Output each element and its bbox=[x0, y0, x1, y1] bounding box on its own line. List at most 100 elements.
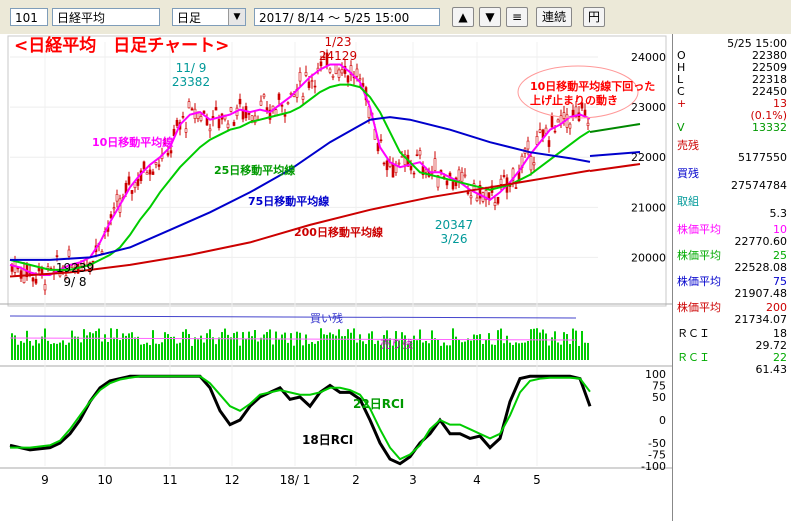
code-field[interactable]: 101 bbox=[10, 8, 48, 26]
volume-bar bbox=[572, 328, 574, 360]
candle-body bbox=[247, 112, 251, 115]
candle-body bbox=[466, 191, 470, 195]
volume-bar bbox=[455, 336, 457, 360]
candle-body bbox=[460, 171, 464, 182]
candle-body bbox=[526, 140, 530, 150]
rci-panel: 10075500-50-75-10022日RCI18日RCI bbox=[9, 368, 666, 473]
volume-bar bbox=[146, 342, 148, 360]
candle-body bbox=[445, 180, 449, 186]
ma-row-200-amount-value: 21734.07 bbox=[734, 313, 788, 326]
ma-name-label-0: 10日移動平均線 bbox=[92, 135, 173, 149]
volume-bar bbox=[365, 344, 367, 360]
candle-body bbox=[415, 154, 419, 157]
candle-body bbox=[568, 123, 572, 129]
volume-bar bbox=[200, 335, 202, 360]
volume-bar bbox=[218, 337, 220, 360]
rci18-label: 18日RCI bbox=[302, 433, 353, 447]
volume-bar bbox=[254, 330, 256, 360]
candle-body bbox=[487, 192, 491, 199]
buy-balance-label: 買い残 bbox=[310, 311, 343, 325]
ma-row-25-amount: 22528.08 bbox=[677, 262, 788, 274]
volume-bar bbox=[230, 337, 232, 360]
candle-body bbox=[232, 121, 236, 126]
sell-balance-label: 売り残 bbox=[380, 337, 413, 351]
volume-bar bbox=[527, 340, 529, 360]
volume-bar bbox=[548, 345, 550, 360]
volume-bar bbox=[185, 329, 187, 360]
volume-bar bbox=[347, 329, 349, 360]
symbol-name-field[interactable]: 日経平均 bbox=[52, 8, 160, 26]
candle-body bbox=[208, 128, 212, 132]
volume-bar bbox=[68, 342, 70, 360]
candle-body bbox=[535, 136, 539, 145]
chart-title: <日経平均 日足チャート> bbox=[14, 35, 229, 56]
candle-body bbox=[127, 176, 131, 185]
volume-bar bbox=[212, 337, 214, 360]
candle-body bbox=[358, 78, 362, 81]
candle-body bbox=[184, 128, 188, 133]
chevron-down-icon[interactable]: ▼ bbox=[228, 9, 245, 25]
candle-body bbox=[286, 102, 290, 105]
period-select[interactable]: 日足 ▼ bbox=[172, 8, 246, 26]
candle-body bbox=[175, 119, 179, 126]
volume-bar bbox=[95, 331, 97, 360]
volume-bar bbox=[56, 343, 58, 360]
x-tick-label: 3 bbox=[409, 473, 417, 487]
candle-body bbox=[259, 100, 263, 106]
volume-bar bbox=[320, 328, 322, 360]
volume-bar bbox=[296, 331, 298, 360]
volume-bar bbox=[419, 329, 421, 360]
volume-bar bbox=[284, 332, 286, 360]
volume-bar bbox=[443, 342, 445, 360]
ma-row-10-amount: 22770.60 bbox=[677, 236, 788, 248]
x-tick-label: 11 bbox=[162, 473, 177, 487]
annotation-high-bottom: 23382 bbox=[172, 75, 210, 89]
volume-bar bbox=[83, 329, 85, 360]
quote-volume-value: 13332 bbox=[752, 121, 787, 134]
volume-bar bbox=[125, 335, 127, 360]
candle-body bbox=[496, 196, 500, 204]
candle-body bbox=[457, 169, 461, 181]
continuous-button[interactable]: 連続 bbox=[536, 7, 572, 27]
volume-bar bbox=[20, 341, 22, 360]
quote-change-label: + bbox=[677, 97, 687, 110]
volume-bar bbox=[425, 340, 427, 360]
scroll-down-button[interactable]: ▼ bbox=[479, 7, 501, 27]
chart-labels: <日経平均 日足チャート> 1/2324129 11/ 923382 192399/ … bbox=[14, 35, 655, 289]
scroll-up-button[interactable]: ▲ bbox=[452, 7, 474, 27]
volume-bar bbox=[368, 333, 370, 360]
sell-balance-line bbox=[9, 337, 577, 341]
candle-body bbox=[31, 277, 35, 282]
volume-bar bbox=[152, 330, 154, 360]
volume-bar bbox=[92, 333, 94, 360]
price-tick-label: 24000 bbox=[631, 51, 666, 64]
candle-body bbox=[337, 69, 341, 78]
volume-bar bbox=[233, 333, 235, 360]
candle-body bbox=[136, 178, 140, 186]
candle-body bbox=[202, 110, 206, 114]
candle-body bbox=[550, 115, 554, 128]
volume-bar bbox=[353, 328, 355, 360]
candle-body bbox=[310, 80, 314, 82]
volume-bar bbox=[311, 342, 313, 360]
volume-bar bbox=[26, 330, 28, 360]
candle-body bbox=[379, 139, 383, 142]
volume-bar bbox=[497, 330, 499, 360]
candle-body bbox=[241, 110, 245, 120]
volume-bar bbox=[119, 340, 121, 360]
menu-button[interactable]: ≡ bbox=[506, 7, 528, 27]
volume-bar bbox=[23, 342, 25, 360]
candle-body bbox=[529, 155, 533, 171]
volume-bar bbox=[578, 345, 580, 360]
candle-body bbox=[166, 152, 170, 156]
volume-bar bbox=[488, 333, 490, 360]
volume-bar bbox=[32, 345, 34, 360]
volume-bar bbox=[134, 337, 136, 360]
ma-line-0 bbox=[9, 63, 591, 276]
yen-button[interactable]: 円 bbox=[583, 7, 605, 27]
volume-bar bbox=[317, 341, 319, 360]
date-range-field[interactable]: 2017/ 8/14 〜 5/25 15:00 bbox=[254, 8, 440, 26]
ma-row-75-amount-value: 21907.48 bbox=[734, 287, 788, 300]
candle-body bbox=[553, 130, 557, 133]
volume-bar bbox=[521, 342, 523, 360]
